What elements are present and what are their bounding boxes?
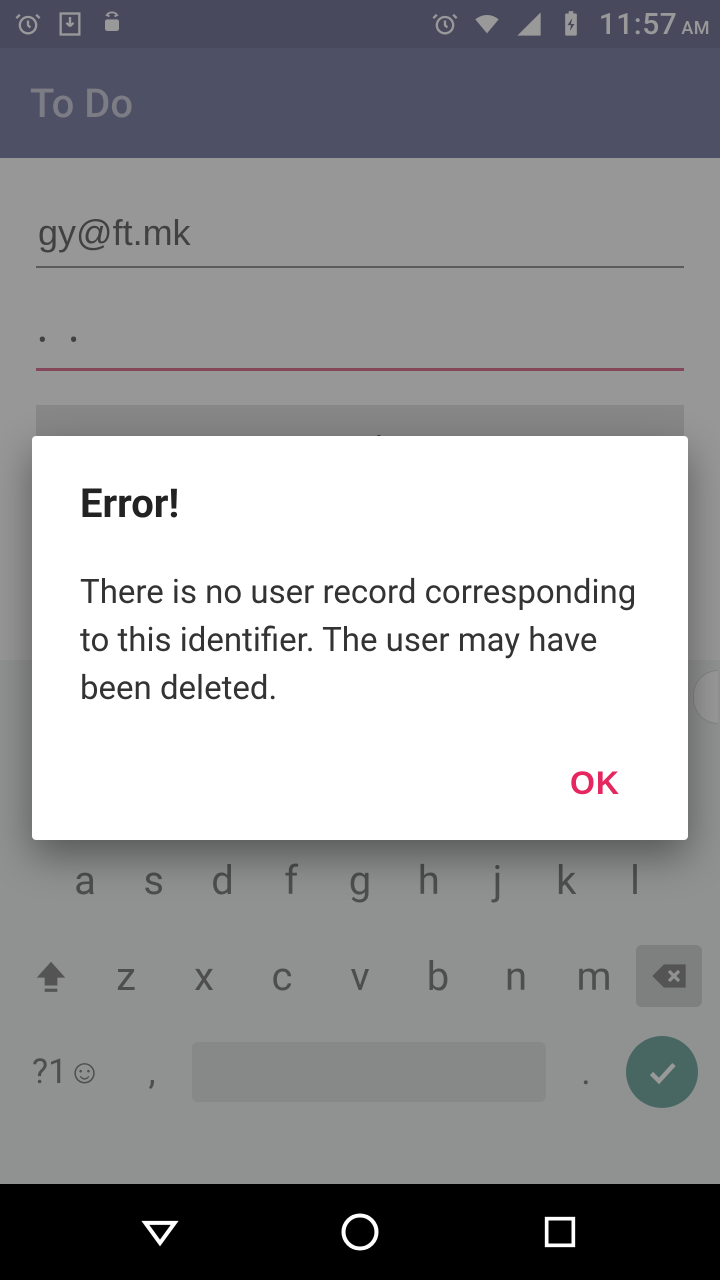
dialog-ok-button[interactable]: OK bbox=[550, 753, 640, 814]
nav-recents-button[interactable] bbox=[532, 1204, 588, 1260]
dialog-actions: OK bbox=[80, 753, 640, 814]
dialog-title: Error! bbox=[80, 480, 640, 527]
error-dialog: Error! There is no user record correspon… bbox=[32, 436, 688, 840]
system-nav-bar bbox=[0, 1184, 720, 1280]
nav-back-button[interactable] bbox=[132, 1204, 188, 1260]
nav-home-button[interactable] bbox=[332, 1204, 388, 1260]
dialog-message: There is no user record corresponding to… bbox=[80, 569, 640, 713]
